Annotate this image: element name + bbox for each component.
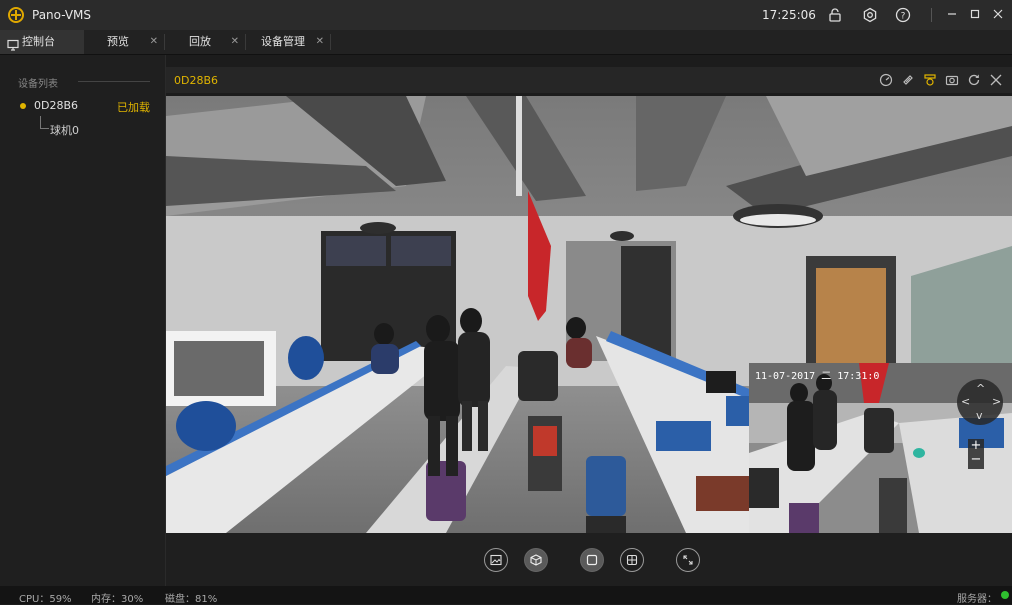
device-status-dot (20, 103, 26, 109)
device-list-header: 设备列表 (18, 79, 58, 90)
cpu-usage: CPU：59% (19, 594, 72, 605)
device-child-item[interactable]: 球机0 (50, 122, 79, 138)
clock: 17:25:06 (762, 8, 816, 22)
zoom-in-icon[interactable]: + (968, 439, 984, 453)
tab-playback[interactable]: 回放 ✕ (165, 30, 245, 54)
disk-usage: 磁盘：81% (165, 594, 218, 605)
status-bar: CPU：59% 内存：30% 磁盘：81% 服务器： (0, 586, 1012, 605)
view-controls (166, 533, 1012, 586)
tab-label: 回放 (189, 35, 211, 48)
gauge-icon[interactable] (878, 73, 894, 87)
ptz-up-icon[interactable]: ^ (976, 382, 985, 395)
view-title: 0D28B6 (174, 74, 219, 87)
tree-branch (40, 116, 49, 129)
zoom-control[interactable]: + − (968, 439, 984, 469)
title-bar: Pano-VMS 17:25:06 ? (0, 0, 1012, 30)
server-status-label: 服务器： (957, 594, 997, 605)
device-status-label: 已加载 (117, 101, 150, 114)
ptz-control[interactable]: ^ v < > (957, 379, 1003, 425)
close-view-icon[interactable] (988, 73, 1004, 87)
view-header: 0D28B6 (166, 67, 1012, 93)
gear-icon[interactable] (861, 7, 879, 23)
maximize-icon[interactable] (966, 7, 984, 23)
server-status-dot (1001, 591, 1009, 599)
record-icon[interactable] (922, 73, 938, 87)
ptz-left-icon[interactable]: < (961, 395, 970, 408)
ptz-down-icon[interactable]: v (976, 409, 983, 422)
ptz-right-icon[interactable]: > (992, 395, 1001, 408)
tab-close-icon[interactable]: ✕ (150, 30, 158, 54)
quad-view-icon[interactable] (620, 548, 644, 572)
fullscreen-icon[interactable] (676, 548, 700, 572)
tab-close-icon[interactable]: ✕ (231, 30, 239, 54)
tab-console[interactable]: 控制台 (0, 30, 84, 54)
refresh-icon[interactable] (966, 73, 982, 87)
device-sidebar: 设备列表 0D28B6 已加载 球机0 (0, 55, 166, 586)
app-title: Pano-VMS (32, 8, 92, 22)
tab-label: 预览 (107, 35, 129, 48)
camera-icon[interactable] (944, 73, 960, 87)
header-divider (78, 81, 150, 82)
svg-text:?: ? (901, 12, 906, 22)
pip-view[interactable]: 11-07-2017 二 17:31:0 ^ v < > + − (749, 363, 1012, 533)
link-icon[interactable] (900, 73, 916, 87)
app-logo-icon (8, 7, 24, 23)
tab-preview[interactable]: 预览 ✕ (84, 30, 164, 54)
image-icon[interactable] (484, 548, 508, 572)
zoom-out-icon[interactable]: − (968, 453, 984, 467)
device-item[interactable]: 0D28B6 (34, 99, 78, 112)
tab-label: 设备管理 (261, 35, 305, 48)
tab-close-icon[interactable]: ✕ (316, 30, 324, 54)
cube-icon[interactable] (524, 548, 548, 572)
tab-bar: 控制台 预览 ✕ 回放 ✕ 设备管理 ✕ (0, 30, 1012, 55)
tab-device-management[interactable]: 设备管理 ✕ (246, 30, 330, 54)
single-view-icon[interactable] (580, 548, 604, 572)
help-icon[interactable]: ? (894, 7, 912, 23)
lock-icon[interactable] (826, 7, 844, 23)
tab-separator (330, 34, 331, 50)
title-separator (931, 8, 932, 22)
memory-usage: 内存：30% (91, 594, 144, 605)
tab-label: 控制台 (22, 35, 55, 48)
pip-timestamp: 11-07-2017 二 17:31:0 (755, 371, 880, 382)
minimize-icon[interactable] (943, 7, 961, 23)
close-icon[interactable] (989, 7, 1007, 23)
